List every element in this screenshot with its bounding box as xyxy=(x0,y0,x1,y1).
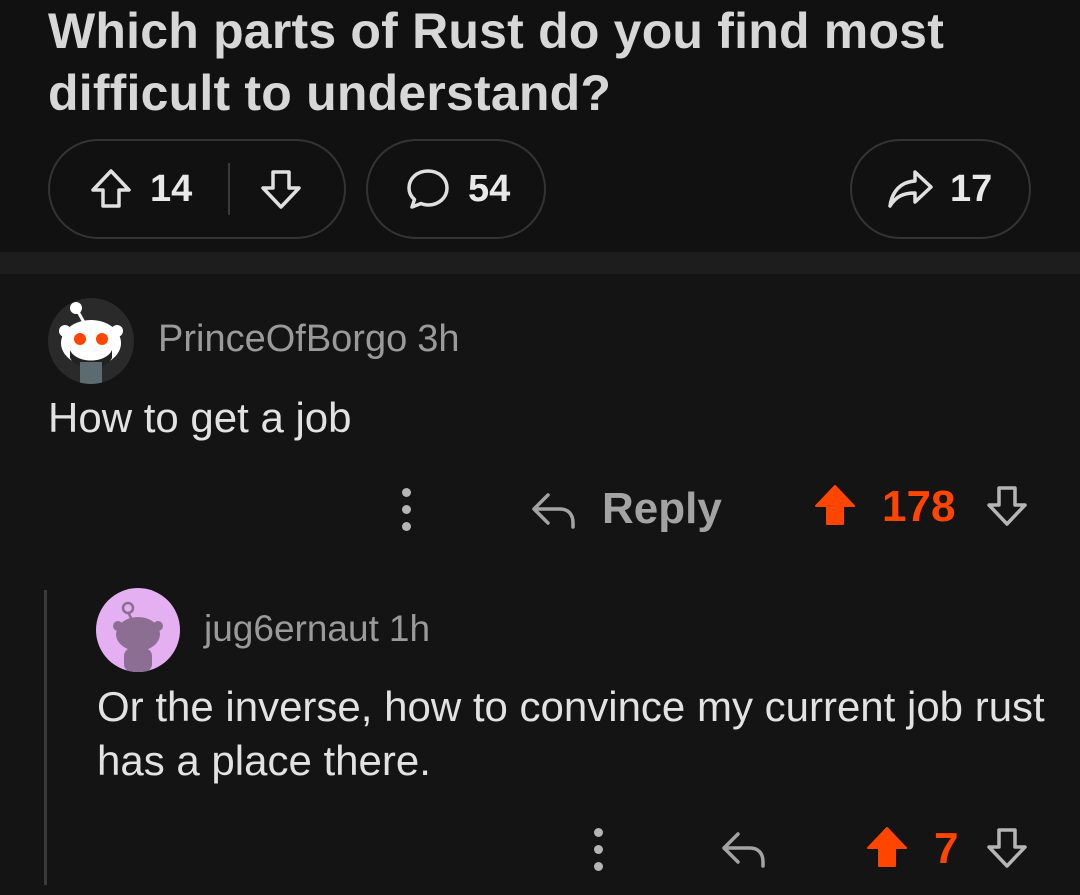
reply-arrow-icon xyxy=(532,493,575,529)
avatar[interactable] xyxy=(48,298,134,384)
downvote-icon[interactable] xyxy=(984,824,1030,875)
snoo-avatar-icon xyxy=(113,601,163,672)
comment-score: 7 xyxy=(934,824,959,873)
post-comments-button[interactable]: 54 xyxy=(366,139,546,239)
comment-score: 178 xyxy=(882,482,956,531)
thread-line[interactable] xyxy=(44,590,47,885)
upvote-active-icon[interactable] xyxy=(812,482,858,533)
post-share-count: 17 xyxy=(950,167,993,210)
post-share-button[interactable]: 17 xyxy=(850,139,1031,239)
comment-author-line: PrinceOfBorgo 3h xyxy=(158,318,460,361)
post-upvote-icon[interactable] xyxy=(88,166,134,212)
section-divider xyxy=(0,252,1080,274)
snoo-avatar-icon xyxy=(59,302,123,384)
post-vote-bar: 14 xyxy=(48,139,346,239)
share-arrow-icon xyxy=(886,166,936,212)
comment-body: Or the inverse, how to convince my curre… xyxy=(97,683,1045,784)
comment-body: How to get a job xyxy=(48,394,352,441)
comment-actions: Reply 178 xyxy=(0,470,1080,550)
more-options-icon[interactable] xyxy=(402,488,411,531)
more-options-icon[interactable] xyxy=(594,828,603,871)
comment-timestamp: 3h xyxy=(417,318,460,360)
post-comment-count: 54 xyxy=(468,167,511,210)
avatar[interactable] xyxy=(96,588,180,672)
reply-arrow-icon[interactable] xyxy=(718,826,768,875)
post-downvote-icon[interactable] xyxy=(258,166,304,212)
upvote-active-icon[interactable] xyxy=(864,824,910,875)
vote-divider xyxy=(228,163,231,215)
post-title: Which parts of Rust do you find most dif… xyxy=(48,3,945,121)
comment-author[interactable]: PrinceOfBorgo xyxy=(158,318,407,360)
post-header: Which parts of Rust do you find most dif… xyxy=(0,0,1080,252)
downvote-icon[interactable] xyxy=(984,482,1030,533)
speech-bubble-icon xyxy=(404,165,452,213)
post-vote-count: 14 xyxy=(150,167,193,210)
comment-area xyxy=(0,274,1080,895)
reply-button[interactable]: Reply xyxy=(528,484,722,534)
comment-author[interactable]: jug6ernaut xyxy=(204,608,379,649)
comment-author-line: jug6ernaut 1h xyxy=(204,608,430,650)
comment-timestamp: 1h xyxy=(388,608,431,649)
reply-label: Reply xyxy=(602,484,722,533)
